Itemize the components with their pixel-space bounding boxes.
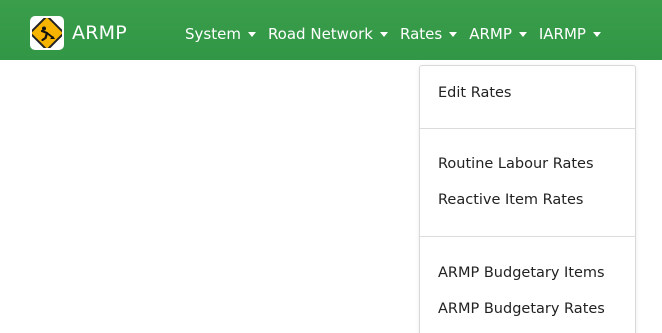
menu-item-edit-rates[interactable]: Edit Rates: [438, 85, 512, 101]
nav-label-road-network: Road Network: [267, 25, 373, 43]
app-title: ARMP: [72, 22, 127, 44]
main-nav: System Road Network Rates ARMP IARMP: [185, 25, 613, 43]
menu-item-reactive-item-rates[interactable]: Reactive Item Rates: [438, 192, 583, 208]
nav-menu-rates[interactable]: Rates: [399, 25, 458, 43]
menu-divider: [420, 236, 635, 237]
nav-menu-armp[interactable]: ARMP: [469, 25, 527, 43]
nav-label-armp: ARMP: [469, 25, 512, 43]
menu-item-armp-budgetary-rates[interactable]: ARMP Budgetary Rates: [438, 301, 605, 317]
caret-down-icon: [449, 31, 458, 37]
caret-down-icon: [518, 31, 527, 37]
caret-down-icon: [247, 31, 256, 37]
rates-dropdown-menu: Edit Rates Routine Labour Rates Reactive…: [419, 65, 636, 333]
nav-label-system: System: [185, 25, 241, 43]
caret-down-icon: [592, 31, 601, 37]
menu-item-routine-labour-rates[interactable]: Routine Labour Rates: [438, 156, 594, 172]
brand-link[interactable]: ARMP: [30, 15, 127, 51]
page: ARMP System Road Network Rates ARMP IARM…: [0, 0, 662, 333]
nav-menu-road-network[interactable]: Road Network: [268, 25, 388, 43]
nav-menu-iarmp[interactable]: IARMP: [539, 25, 601, 43]
menu-divider: [420, 128, 635, 129]
menu-item-armp-budgetary-items[interactable]: ARMP Budgetary Items: [438, 265, 605, 281]
nav-menu-system[interactable]: System: [185, 25, 256, 43]
caret-down-icon: [379, 31, 388, 37]
road-works-sign-icon: [30, 16, 64, 50]
nav-label-rates: Rates: [399, 25, 443, 43]
nav-label-iarmp: IARMP: [538, 25, 586, 43]
